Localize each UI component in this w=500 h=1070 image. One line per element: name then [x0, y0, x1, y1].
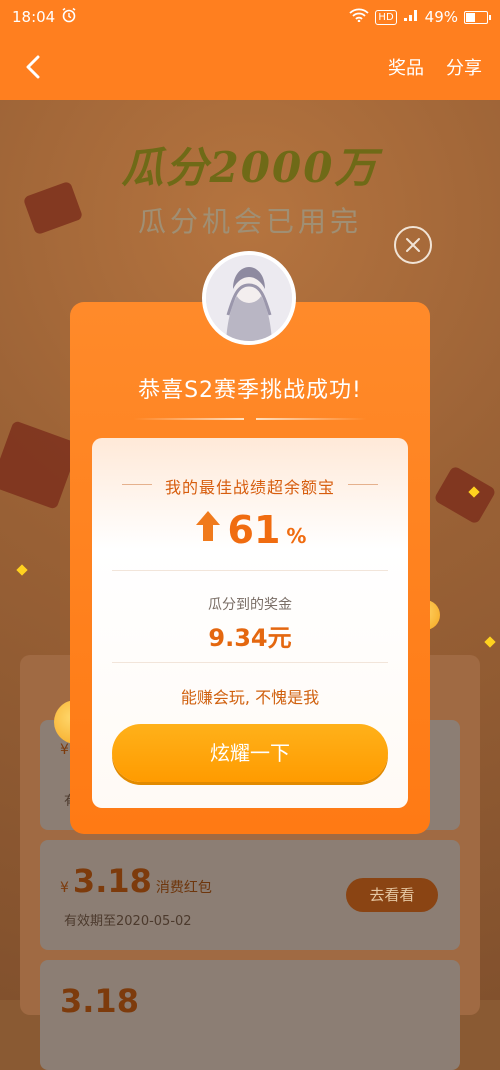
divider — [134, 418, 244, 420]
prize-label: 瓜分到的奖金 — [208, 597, 292, 613]
coupon-type: 消费红包 — [155, 880, 212, 896]
coupon-amount: 3.18 — [60, 982, 139, 1020]
modal-title: 恭喜S2赛季挑战成功! — [138, 378, 362, 403]
campaign-title: 瓜分2000万 — [121, 143, 379, 192]
show-off-button[interactable]: 炫耀一下 — [112, 724, 388, 782]
result-card: 我的最佳战绩超余额宝 61 % 瓜分到的奖金 9.34元 能赚会玩, 不愧是我 … — [92, 438, 408, 808]
red-envelope-decoration — [433, 465, 497, 525]
chevron-left-icon — [26, 55, 40, 79]
coupon-card[interactable]: ¥ 3.18 消费红包 有效期至2020-05-02 去看看 — [40, 840, 460, 950]
view-coupon-button[interactable]: 去看看 — [346, 878, 438, 912]
slogan: 能赚会玩, 不愧是我 — [180, 688, 320, 707]
status-time: 18:04 — [12, 8, 56, 26]
prize-value: 9.34元 — [208, 624, 292, 652]
nav-bar: 奖品 分享 — [0, 34, 500, 100]
share-link[interactable]: 分享 — [446, 54, 482, 80]
coupon-expiry: 有效期至2020-05-02 — [64, 914, 192, 929]
up-arrow-icon — [194, 509, 222, 547]
percent-unit: % — [286, 524, 307, 548]
coupon-currency: ¥ — [60, 880, 69, 896]
coupon-currency: ¥ — [60, 742, 69, 758]
best-record-label: 我的最佳战绩超余额宝 — [164, 478, 335, 497]
battery-percent: 49% — [424, 8, 458, 26]
close-button[interactable] — [394, 226, 432, 264]
status-bar: 18:04 HD 49% — [0, 0, 500, 34]
avatar — [202, 251, 296, 345]
back-button[interactable] — [18, 52, 48, 82]
signal-icon — [403, 8, 419, 26]
red-envelope-decoration — [0, 420, 80, 510]
alarm-icon — [61, 7, 77, 27]
wifi-icon — [349, 8, 370, 26]
divider — [112, 570, 388, 571]
close-icon — [406, 238, 420, 252]
coupon-amount: 3.18 — [72, 862, 152, 900]
divider — [112, 662, 388, 663]
battery-icon — [464, 10, 491, 24]
coupon-card[interactable]: 3.18 — [40, 960, 460, 1070]
hd-badge: HD — [375, 9, 397, 25]
success-modal: 恭喜S2赛季挑战成功! 我的最佳战绩超余额宝 61 % 瓜分到的奖金 9.34元… — [70, 302, 430, 834]
percent-value: 61 — [227, 508, 281, 552]
divider — [256, 418, 366, 420]
prizes-link[interactable]: 奖品 — [388, 54, 424, 80]
divider — [348, 484, 378, 485]
